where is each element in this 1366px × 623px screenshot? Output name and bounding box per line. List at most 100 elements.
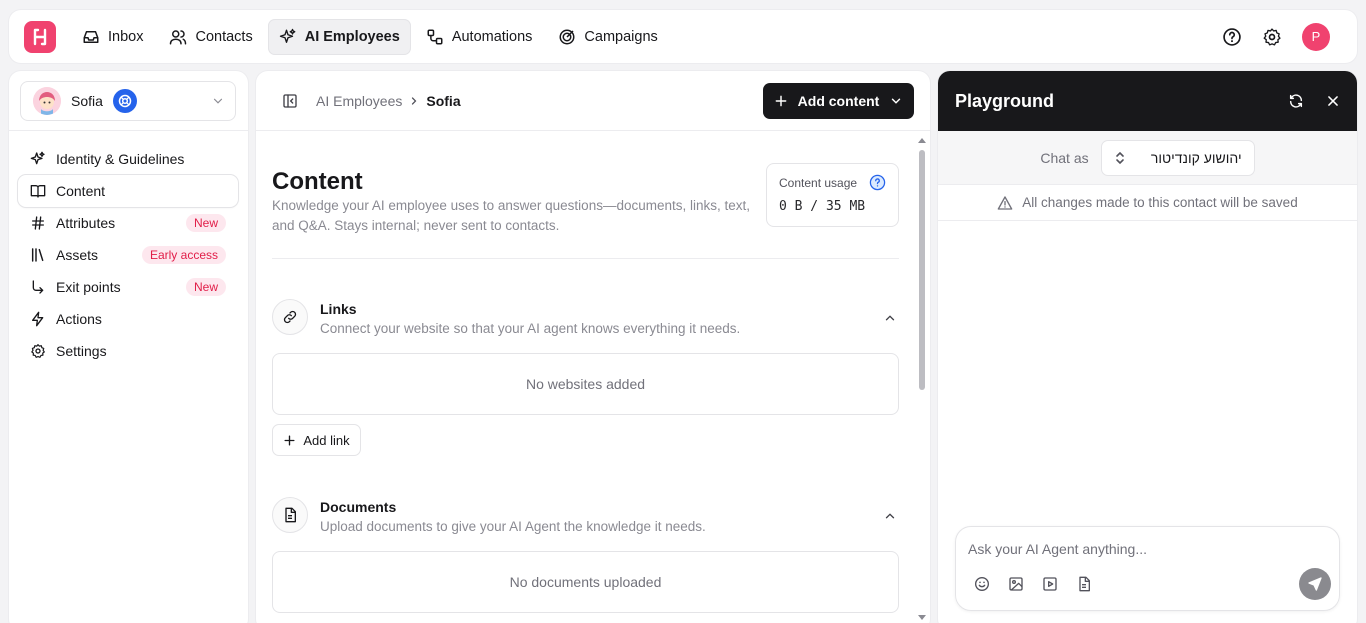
nav-automations-label: Automations	[451, 28, 533, 45]
scroll-up-icon[interactable]	[917, 136, 927, 144]
top-right-actions: P	[1222, 22, 1330, 51]
documents-empty-state: No documents uploaded	[272, 551, 899, 613]
logo-mark-icon	[33, 28, 47, 45]
sidebar-item-label: Settings	[56, 343, 107, 359]
nav-contacts-label: Contacts	[195, 28, 253, 45]
section-divider	[272, 258, 899, 259]
book-icon	[30, 185, 46, 198]
help-icon[interactable]	[1222, 27, 1242, 47]
sidebar-item-label: Attributes	[56, 215, 116, 231]
video-icon[interactable]	[1042, 576, 1058, 592]
app-logo[interactable]	[24, 20, 56, 53]
add-link-button[interactable]: Add link	[272, 424, 361, 456]
contact-warning: All changes made to this contact will be…	[938, 185, 1357, 221]
sidebar-item-attributes[interactable]: Attributes New	[18, 207, 238, 239]
corner-arrow-icon	[32, 280, 44, 294]
library-icon	[31, 248, 44, 262]
sidebar-item-settings[interactable]: Settings	[18, 335, 238, 367]
nav-ai-employees-label: AI Employees	[304, 28, 400, 45]
sidebar-item-label: Exit points	[56, 279, 121, 295]
new-badge: New	[185, 214, 226, 232]
breadcrumb-current: Sofia	[426, 92, 461, 109]
emoji-icon[interactable]	[974, 576, 990, 592]
sidebar-divider	[9, 130, 248, 131]
content-usage-card: Content usage 0 B / 35 MB	[766, 163, 899, 227]
links-empty-state: No websites added	[272, 353, 899, 415]
sidebar-item-assets[interactable]: Assets Early access	[18, 239, 238, 271]
sidebar-item-label: Actions	[56, 311, 102, 327]
sidebar-item-identity[interactable]: Identity & Guidelines	[18, 143, 238, 175]
documents-section: Documents Upload documents to give your …	[272, 497, 899, 623]
playground-header: Playground	[938, 71, 1357, 131]
agent-name: Sofia	[71, 93, 103, 109]
scroll-down-icon[interactable]	[917, 614, 927, 622]
playground-panel: Playground Chat as יהושוע קונדיטור All c…	[938, 71, 1357, 623]
nav-automations[interactable]: Automations	[415, 19, 544, 55]
chevron-up-icon[interactable]	[883, 509, 897, 523]
chevron-down-icon	[892, 98, 901, 104]
chat-as-select[interactable]: יהושוע קונדיטור	[1100, 139, 1255, 176]
refresh-icon[interactable]	[1288, 93, 1304, 109]
close-icon[interactable]	[1326, 94, 1340, 108]
sidebar-item-content[interactable]: Content	[18, 175, 238, 207]
content-scrollbar[interactable]	[917, 136, 927, 622]
chat-input-placeholder[interactable]: Ask your AI Agent anything...	[968, 541, 1147, 557]
chat-input-box[interactable]: Ask your AI Agent anything...	[955, 526, 1340, 611]
sidebar-collapse-icon[interactable]	[282, 93, 298, 109]
sparkles-icon	[279, 28, 296, 43]
sidebar-item-label: Assets	[56, 247, 99, 263]
scroll-thumb[interactable]	[919, 150, 925, 390]
ai-employee-sidebar: Sofia Identity & Guidelines Content Attr…	[9, 71, 248, 623]
nav-contacts[interactable]: Contacts	[158, 19, 263, 55]
lifebuoy-icon	[118, 94, 132, 108]
contacts-icon	[170, 29, 187, 44]
page-description: Knowledge your AI employee uses to answe…	[272, 198, 751, 233]
chat-as-label: Chat as	[1040, 149, 1089, 166]
links-description: Connect your website so that your AI age…	[320, 321, 741, 336]
agent-status-badge	[112, 89, 137, 113]
breadcrumb: AI Employees Sofia	[316, 93, 461, 109]
help-icon[interactable]	[869, 174, 886, 191]
top-navigation-bar: Inbox Contacts AI Employees Automations …	[9, 10, 1357, 63]
agent-selector[interactable]: Sofia	[20, 81, 236, 121]
send-button[interactable]	[1299, 568, 1331, 600]
breadcrumb-parent[interactable]: AI Employees	[316, 93, 402, 109]
lightning-icon	[31, 311, 44, 327]
image-icon[interactable]	[1008, 576, 1024, 592]
send-icon	[1308, 577, 1322, 591]
agent-avatar-illustration	[33, 87, 61, 115]
chat-as-bar: Chat as יהושוע קונדיטור	[938, 131, 1357, 185]
file-icon[interactable]	[1076, 576, 1092, 592]
nav-ai-employees[interactable]: AI Employees	[267, 18, 411, 55]
nav-inbox[interactable]: Inbox	[71, 19, 154, 55]
content-header: AI Employees Sofia Add content	[256, 71, 930, 131]
usage-value: 0 B / 35 MB	[779, 199, 866, 214]
warning-text: All changes made to this contact will be…	[1022, 195, 1298, 210]
sidebar-item-actions[interactable]: Actions	[18, 303, 238, 335]
documents-title: Documents	[320, 499, 397, 515]
new-badge: New	[185, 278, 226, 296]
inbox-icon	[83, 30, 99, 43]
usage-label: Content usage	[779, 175, 858, 190]
agent-avatar	[33, 87, 61, 115]
chat-as-value: יהושוע קונדיטור	[1150, 149, 1242, 166]
links-section: Links Connect your website so that your …	[272, 299, 899, 459]
chevron-updown-icon	[1115, 151, 1124, 164]
gear-icon[interactable]	[1262, 27, 1282, 47]
warning-icon	[997, 195, 1013, 210]
document-icon	[285, 507, 296, 523]
playground-title: Playground	[955, 90, 1055, 111]
sidebar-item-label: Identity & Guidelines	[56, 151, 185, 167]
sidebar-item-label: Content	[56, 183, 106, 199]
document-icon-wrap	[272, 497, 308, 533]
link-icon-wrap	[272, 299, 308, 335]
nav-campaigns-label: Campaigns	[584, 28, 658, 45]
links-title: Links	[320, 301, 357, 317]
chevron-up-icon[interactable]	[883, 311, 897, 325]
plus-icon	[775, 95, 787, 107]
sidebar-item-exit-points[interactable]: Exit points New	[18, 271, 238, 303]
page-title: Content	[272, 168, 363, 195]
add-content-button[interactable]: Add content	[763, 83, 914, 119]
user-avatar[interactable]: P	[1302, 22, 1330, 51]
nav-campaigns[interactable]: Campaigns	[547, 19, 668, 55]
